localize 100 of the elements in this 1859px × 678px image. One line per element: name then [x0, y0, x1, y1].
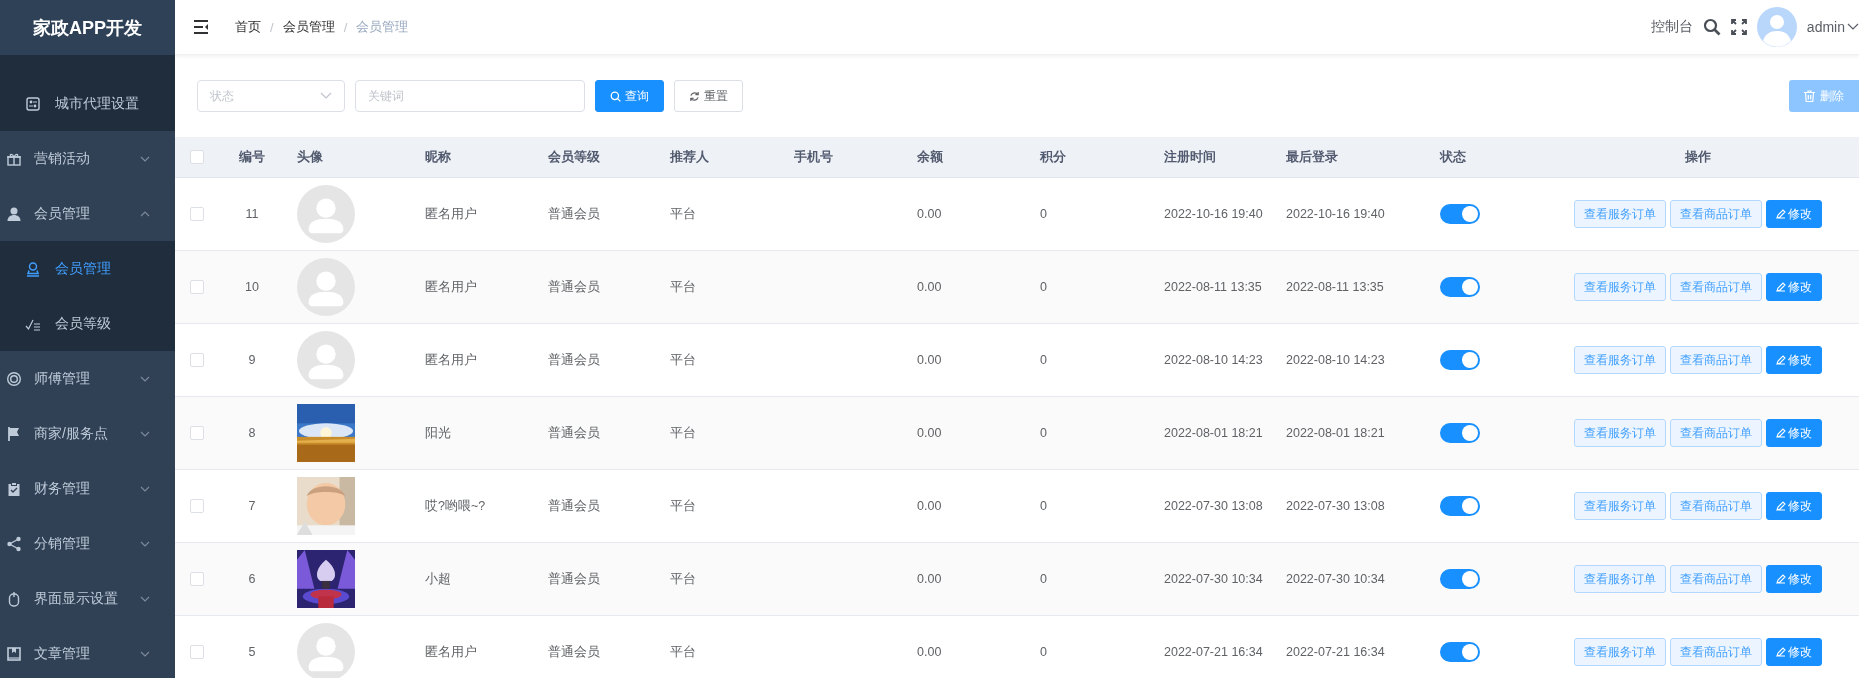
table-cell: 9 [248, 353, 256, 367]
order-button[interactable]: 查看服务订单 [1573, 200, 1666, 228]
status-toggle[interactable] [1440, 642, 1480, 662]
search-button[interactable]: 查询 [595, 80, 664, 112]
breadcrumb-link[interactable]: 首页 [235, 18, 261, 36]
edit-button[interactable]: 修改 [1765, 200, 1822, 228]
mouse-icon [6, 590, 22, 607]
order-button[interactable]: 查看服务订单 [1573, 419, 1666, 447]
order-button[interactable]: 查看商品订单 [1669, 492, 1762, 520]
table-cell: 平台 [670, 570, 696, 588]
table-cell: 匿名用户 [425, 643, 477, 661]
order-button[interactable]: 查看服务订单 [1573, 273, 1666, 301]
table-cell: 平台 [670, 351, 696, 369]
row-checkbox[interactable] [190, 572, 204, 586]
table-cell: 平台 [670, 205, 696, 223]
table-cell: 0.00 [917, 426, 942, 440]
edit-button[interactable]: 修改 [1765, 565, 1822, 593]
table-cell: 0.00 [917, 207, 942, 221]
menu-group[interactable]: 师傅管理 [0, 351, 175, 406]
table-cell: 普通会员 [548, 497, 600, 515]
table-cell: 2022-10-16 19:40 [1164, 207, 1263, 221]
table-cell: 5 [248, 645, 256, 659]
table-cell: 6 [248, 572, 256, 586]
status-toggle[interactable] [1440, 569, 1480, 589]
sliders-icon [25, 95, 41, 112]
order-button[interactable]: 查看商品订单 [1669, 419, 1762, 447]
menu-group[interactable]: 商家/服务点 [0, 406, 175, 461]
menu-group[interactable]: 分销管理 [0, 516, 175, 571]
user-icon [6, 205, 22, 222]
user-menu[interactable]: admin [1806, 19, 1859, 35]
submenu-item[interactable]: 会员等级 [0, 296, 175, 351]
edit-button[interactable]: 修改 [1765, 492, 1822, 520]
order-button[interactable]: 查看服务订单 [1573, 638, 1666, 666]
ring-icon [6, 370, 22, 387]
table-cell: 普通会员 [548, 205, 600, 223]
status-select[interactable]: 状态 [197, 80, 345, 112]
pencil-icon [1775, 209, 1786, 219]
order-button[interactable]: 查看商品订单 [1669, 346, 1762, 374]
order-button[interactable]: 查看商品订单 [1669, 638, 1762, 666]
breadcrumb-current: 会员管理 [356, 18, 409, 36]
breadcrumb-link[interactable]: 会员管理 [282, 18, 335, 36]
chevron-icon [140, 431, 150, 437]
table-cell: 普通会员 [548, 570, 600, 588]
table-cell: 小超 [425, 570, 451, 588]
table-cell: 2022-08-01 18:21 [1286, 426, 1385, 440]
order-button[interactable]: 查看服务订单 [1573, 565, 1666, 593]
edit-button[interactable]: 修改 [1765, 346, 1822, 374]
caret-icon [320, 92, 332, 100]
table-cell: 0 [1040, 207, 1047, 221]
edit-button[interactable]: 修改 [1765, 273, 1822, 301]
row-checkbox[interactable] [190, 645, 204, 659]
table-cell: 0.00 [917, 572, 942, 586]
table-cell: 匿名用户 [425, 351, 477, 369]
status-toggle[interactable] [1440, 350, 1480, 370]
table-cell: 0.00 [917, 280, 942, 294]
caret-icon [1847, 23, 1859, 31]
fullscreen-icon[interactable] [1730, 19, 1747, 35]
row-checkbox[interactable] [190, 353, 204, 367]
row-checkbox[interactable] [190, 207, 204, 221]
table-cell: 普通会员 [548, 643, 600, 661]
chevron-icon [140, 376, 150, 382]
pencil-icon [1775, 574, 1786, 584]
pencil-icon [1775, 501, 1786, 511]
trash-icon [1804, 90, 1815, 102]
status-toggle[interactable] [1440, 423, 1480, 443]
table-cell: 0 [1040, 499, 1047, 513]
console-link[interactable]: 控制台 [1650, 18, 1693, 36]
keyword-field[interactable]: 关键词 [355, 80, 585, 112]
status-toggle[interactable] [1440, 496, 1480, 516]
reset-button[interactable]: 重置 [674, 80, 743, 112]
row-checkbox[interactable] [190, 426, 204, 440]
edit-button[interactable]: 修改 [1765, 419, 1822, 447]
submenu-item[interactable]: 会员管理 [0, 241, 175, 296]
menu-group[interactable]: 文章管理 [0, 626, 175, 678]
order-button[interactable]: 查看服务订单 [1573, 492, 1666, 520]
menu-item[interactable]: 城市代理设置 [0, 76, 175, 131]
order-button[interactable]: 查看商品订单 [1669, 200, 1762, 228]
search-icon[interactable] [1702, 18, 1721, 36]
status-toggle[interactable] [1440, 204, 1480, 224]
column-header: 最后登录 [1286, 148, 1338, 166]
row-checkbox[interactable] [190, 499, 204, 513]
menu-group[interactable]: 会员管理 [0, 186, 175, 241]
order-button[interactable]: 查看商品订单 [1669, 273, 1762, 301]
table-cell: 普通会员 [548, 424, 600, 442]
order-button[interactable]: 查看服务订单 [1573, 346, 1666, 374]
column-header: 推荐人 [670, 148, 709, 166]
status-toggle[interactable] [1440, 277, 1480, 297]
menu-icon[interactable] [193, 20, 209, 34]
pencil-icon [1775, 355, 1786, 365]
column-header: 手机号 [794, 148, 833, 166]
pencil-icon [1775, 647, 1786, 657]
select-all-checkbox[interactable] [190, 150, 204, 164]
menu-group[interactable]: 营销活动 [0, 131, 175, 186]
menu-group[interactable]: 界面显示设置 [0, 571, 175, 626]
menu-group[interactable]: 财务管理 [0, 461, 175, 516]
table-cell: 2022-08-11 13:35 [1164, 280, 1262, 294]
column-header: 积分 [1040, 148, 1066, 166]
order-button[interactable]: 查看商品订单 [1669, 565, 1762, 593]
row-checkbox[interactable] [190, 280, 204, 294]
edit-button[interactable]: 修改 [1765, 638, 1822, 666]
